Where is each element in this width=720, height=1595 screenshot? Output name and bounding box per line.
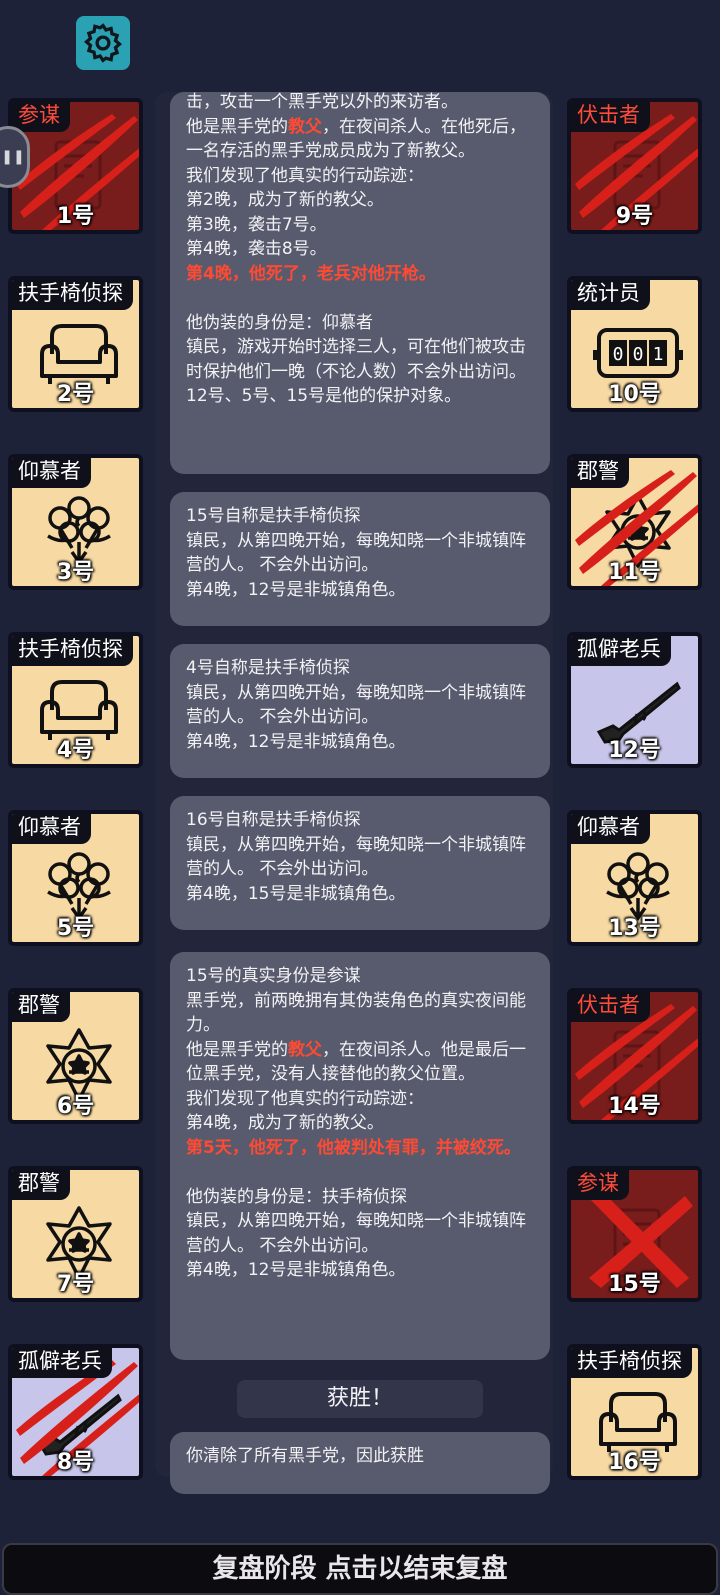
- log-message: 击，攻击一个黑手党以外的来访者。 他是黑手党的教父，在夜间杀人。在他死后，一名存…: [170, 92, 550, 474]
- player-number: 7号: [56, 1272, 95, 1297]
- player-card-12号[interactable]: 孤僻老兵 12号: [567, 632, 702, 768]
- player-number: 1号: [56, 204, 95, 229]
- player-card-4号[interactable]: 扶手椅侦探 4号: [8, 632, 143, 768]
- player-card-13号[interactable]: 仰慕者 13号: [567, 810, 702, 946]
- player-number: 8号: [56, 1450, 95, 1475]
- role-label: 郡警: [12, 1170, 70, 1200]
- svg-text:0: 0: [633, 344, 644, 365]
- role-label: 孤僻老兵: [12, 1348, 112, 1378]
- player-number: 4号: [56, 738, 95, 763]
- role-label: 参谋: [12, 102, 70, 132]
- player-number: 11号: [608, 560, 661, 585]
- role-label: 郡警: [571, 458, 629, 488]
- role-label: 伏击者: [571, 102, 650, 132]
- role-label: 扶手椅侦探: [571, 1348, 692, 1378]
- end-review-button[interactable]: 复盘阶段 点击以结束复盘: [2, 1543, 718, 1595]
- player-card-3号[interactable]: 仰慕者 3号: [8, 454, 143, 590]
- role-label: 孤僻老兵: [571, 636, 671, 666]
- svg-text:0: 0: [613, 344, 624, 365]
- player-number: 5号: [56, 916, 95, 941]
- player-card-14号[interactable]: 伏击者 14号: [567, 988, 702, 1124]
- victory-message: 你清除了所有黑手党，因此获胜: [170, 1432, 550, 1494]
- player-number: 14号: [608, 1094, 661, 1119]
- side-drawer-handle[interactable]: ❚❚: [0, 126, 30, 188]
- player-card-9号[interactable]: 伏击者 9号: [567, 98, 702, 234]
- player-card-7号[interactable]: 郡警 7号: [8, 1166, 143, 1302]
- log-message: 15号的真实身份是参谋 黑手党，前两晚拥有其伪装角色的真实夜间能力。 他是黑手党…: [170, 952, 550, 1360]
- player-card-15号[interactable]: 参谋 15号: [567, 1166, 702, 1302]
- role-label: 扶手椅侦探: [12, 280, 133, 310]
- victory-message-text: 你清除了所有黑手党，因此获胜: [186, 1446, 424, 1466]
- log-message: 4号自称是扶手椅侦探 镇民，从第四晚开始，每晚知晓一个非城镇阵营的人。 不会外出…: [170, 644, 550, 778]
- player-card-11号[interactable]: 郡警 11号: [567, 454, 702, 590]
- player-number: 9号: [615, 204, 654, 229]
- log-message: 16号自称是扶手椅侦探 镇民，从第四晚开始，每晚知晓一个非城镇阵营的人。 不会外…: [170, 796, 550, 930]
- player-number: 3号: [56, 560, 95, 585]
- player-card-6号[interactable]: 郡警 6号: [8, 988, 143, 1124]
- log-message-text: 4号自称是扶手椅侦探 镇民，从第四晚开始，每晚知晓一个非城镇阵营的人。 不会外出…: [186, 658, 526, 752]
- player-number: 13号: [608, 916, 661, 941]
- role-label: 郡警: [12, 992, 70, 1022]
- log-message-text: 击，攻击一个黑手党以外的来访者。 他是黑手党的教父，在夜间杀人。在他死后，一名存…: [186, 92, 526, 406]
- log-message-text: 15号自称是扶手椅侦探 镇民，从第四晚开始，每晚知晓一个非城镇阵营的人。 不会外…: [186, 506, 526, 600]
- svg-text:1: 1: [653, 344, 664, 365]
- player-number: 16号: [608, 1450, 661, 1475]
- role-label: 仰慕者: [571, 814, 650, 844]
- role-label: 仰慕者: [12, 814, 91, 844]
- player-number: 12号: [608, 738, 661, 763]
- role-label: 统计员: [571, 280, 650, 310]
- player-card-16号[interactable]: 扶手椅侦探 16号: [567, 1344, 702, 1480]
- player-card-8号[interactable]: 孤僻老兵 8号: [8, 1344, 143, 1480]
- role-label: 扶手椅侦探: [12, 636, 133, 666]
- player-number: 10号: [608, 382, 661, 407]
- role-label: 伏击者: [571, 992, 650, 1022]
- role-label: 参谋: [571, 1170, 629, 1200]
- gear-icon: [83, 23, 123, 63]
- player-card-10号[interactable]: 统计员 0 0 1 10号: [567, 276, 702, 412]
- role-label: 仰慕者: [12, 458, 91, 488]
- player-number: 2号: [56, 382, 95, 407]
- player-card-2号[interactable]: 扶手椅侦探 2号: [8, 276, 143, 412]
- drawer-handle-icon: ❚❚: [1, 149, 25, 165]
- log-message-text: 16号自称是扶手椅侦探 镇民，从第四晚开始，每晚知晓一个非城镇阵营的人。 不会外…: [186, 810, 526, 904]
- log-message-text: 15号的真实身份是参谋 黑手党，前两晚拥有其伪装角色的真实夜间能力。 他是黑手党…: [186, 966, 526, 1280]
- log-message: 15号自称是扶手椅侦探 镇民，从第四晚开始，每晚知晓一个非城镇阵营的人。 不会外…: [170, 492, 550, 626]
- player-card-5号[interactable]: 仰慕者 5号: [8, 810, 143, 946]
- victory-label: 获胜！: [237, 1380, 483, 1418]
- player-number: 6号: [56, 1094, 95, 1119]
- player-number: 15号: [608, 1272, 661, 1297]
- settings-button[interactable]: [76, 16, 130, 70]
